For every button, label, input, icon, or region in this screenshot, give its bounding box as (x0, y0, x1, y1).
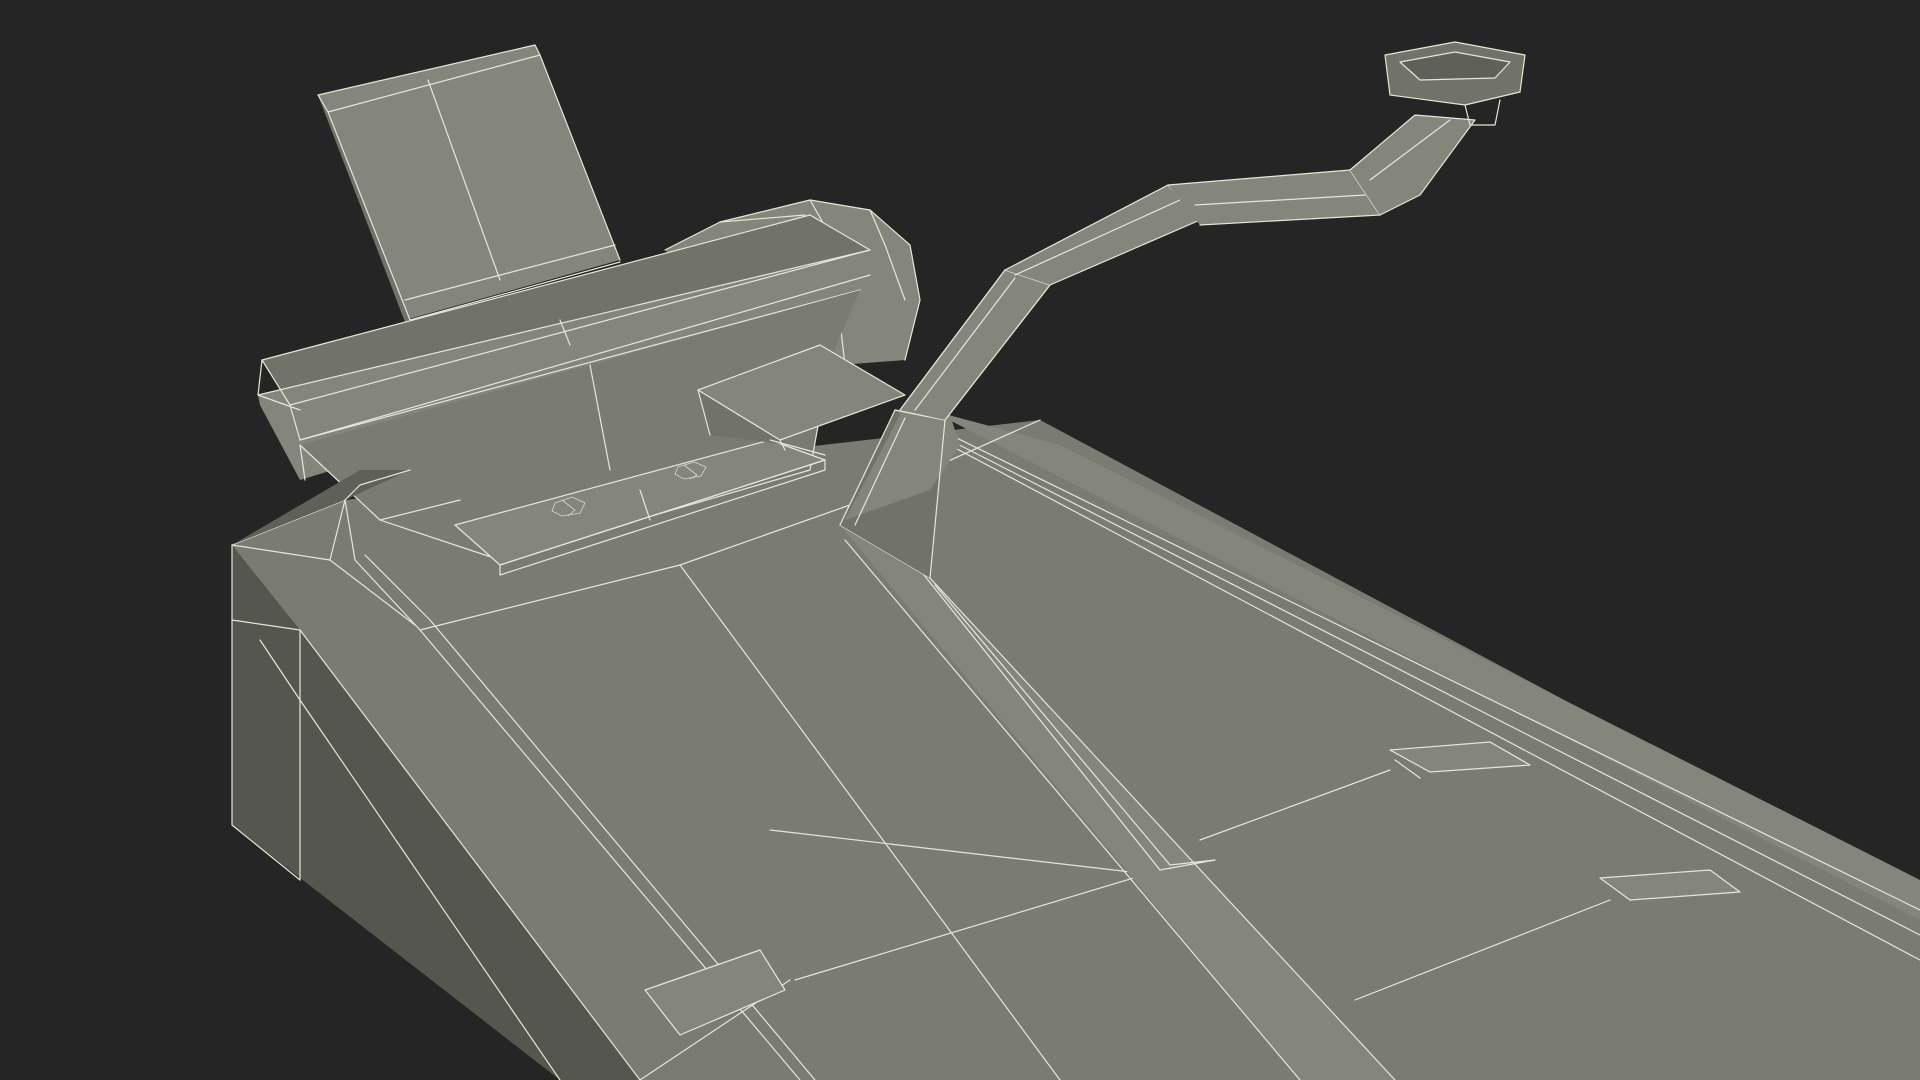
wireframe-model-render (231, 41, 1920, 1080)
3d-render-viewport (0, 0, 1920, 1080)
pipe-mid-segment (900, 270, 1050, 420)
